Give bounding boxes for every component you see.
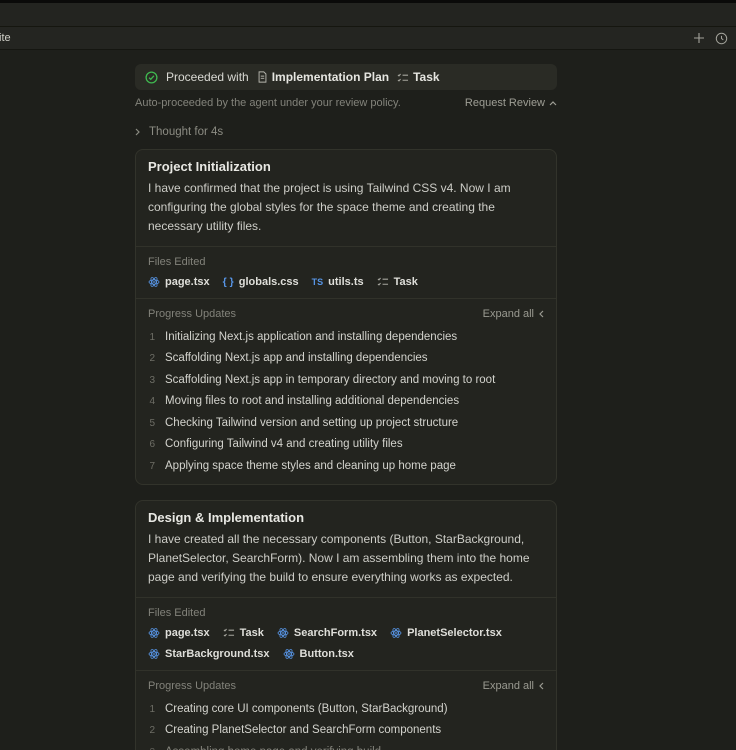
file-name: Button.tsx <box>299 647 354 660</box>
card-project-initialization: Project Initialization I have confirmed … <box>135 149 557 485</box>
update-text: Assembling home page and verifying build <box>165 746 381 750</box>
update-number: 5 <box>149 417 155 429</box>
update-text: Checking Tailwind version and setting up… <box>165 416 459 429</box>
file-chip[interactable]: SearchForm.tsx <box>277 627 377 639</box>
window-titlebar <box>0 0 736 27</box>
progress-update-row: 7 Applying space theme styles and cleanin… <box>148 460 544 472</box>
request-review-label: Request Review <box>464 97 545 109</box>
braces-icon: { } <box>222 275 234 288</box>
card-title: Project Initialization <box>148 159 271 174</box>
typescript-icon: TS <box>311 276 324 287</box>
progress-update-row: 5 Checking Tailwind version and setting u… <box>148 417 544 429</box>
file-chip[interactable]: page.tsx <box>148 627 210 639</box>
file-name: PlanetSelector.tsx <box>407 626 502 639</box>
implementation-plan-label: Implementation Plan <box>271 70 390 84</box>
progress-update-row: 3 Scaffolding Next.js app in temporary di… <box>148 374 544 386</box>
file-name: Task <box>239 626 264 639</box>
react-icon <box>148 276 160 288</box>
expand-all-button[interactable]: Expand all <box>483 308 544 320</box>
file-chip[interactable]: StarBackground.tsx <box>148 648 270 660</box>
thought-label: Thought for 4s <box>149 126 224 138</box>
card-body: I have created all the necessary compone… <box>148 531 530 584</box>
tab-title[interactable]: ite <box>0 32 11 44</box>
update-number: 2 <box>149 725 155 737</box>
banner-status-text: Proceeded with <box>166 70 249 84</box>
update-text: Configuring Tailwind v4 and creating uti… <box>165 438 403 451</box>
history-button[interactable] <box>715 32 728 45</box>
file-chip[interactable]: Task <box>377 276 418 288</box>
check-circle-icon <box>145 70 158 84</box>
update-text: Creating core UI components (Button, Sta… <box>165 702 448 715</box>
file-chip[interactable]: TS utils.ts <box>312 276 364 288</box>
card-design-implementation: Design & Implementation I have created a… <box>135 499 557 750</box>
progress-update-row: 1 Initializing Next.js application and in… <box>148 331 544 343</box>
update-number: 1 <box>149 703 155 715</box>
checklist-icon <box>377 276 389 287</box>
task-chip[interactable]: Task <box>397 70 440 84</box>
files-edited-label: Files Edited <box>148 255 206 268</box>
card-title: Design & Implementation <box>148 509 305 525</box>
react-icon <box>283 648 295 660</box>
update-text: Applying space theme styles and cleaning… <box>165 459 456 472</box>
file-name: SearchForm.tsx <box>293 626 378 639</box>
auto-proceed-policy-text: Auto-proceeded by the agent under your r… <box>135 97 401 109</box>
progress-update-row: 1 Creating core UI components (Button, St… <box>148 703 544 715</box>
update-number: 7 <box>149 460 155 472</box>
update-number: 4 <box>149 396 155 408</box>
update-number: 6 <box>149 439 155 451</box>
update-number: 1 <box>149 331 155 343</box>
file-chip[interactable]: PlanetSelector.tsx <box>390 627 502 639</box>
chevron-right-icon <box>135 128 140 136</box>
progress-updates-label: Progress Updates <box>148 679 237 692</box>
update-number: 3 <box>149 374 155 386</box>
checklist-icon <box>397 72 409 83</box>
proceeded-banner: Proceeded with Implementation Plan Task <box>135 64 557 90</box>
file-name: Task <box>393 275 418 288</box>
document-icon <box>257 71 268 83</box>
new-tab-button[interactable] <box>693 32 705 44</box>
chevron-left-icon <box>539 682 544 690</box>
progress-update-row-active: 3Assembling home page and verifying buil… <box>148 746 544 750</box>
update-text: Moving files to root and installing addi… <box>165 395 460 408</box>
file-chip[interactable]: { } globals.css <box>223 276 299 288</box>
file-name: page.tsx <box>165 275 210 288</box>
file-chip[interactable]: Task <box>223 627 264 639</box>
update-text: Initializing Next.js application and ins… <box>165 330 458 343</box>
react-icon <box>148 627 160 639</box>
thought-disclosure[interactable]: Thought for 4s <box>135 126 557 138</box>
file-name: StarBackground.tsx <box>165 647 270 660</box>
react-icon <box>390 627 402 639</box>
expand-all-label: Expand all <box>482 679 534 692</box>
files-edited-label: Files Edited <box>148 606 206 619</box>
progress-update-row: 4 Moving files to root and installing add… <box>148 395 544 407</box>
expand-all-label: Expand all <box>482 307 534 320</box>
checklist-icon <box>223 627 235 638</box>
update-number: 2 <box>149 353 155 365</box>
request-review-button[interactable]: Request Review <box>465 97 557 109</box>
agent-chat-pane: Proceeded with Implementation Plan Task <box>0 64 736 750</box>
card-body: I have confirmed that the project is usi… <box>148 181 511 233</box>
tab-bar: ite <box>0 27 736 50</box>
react-icon <box>148 648 160 660</box>
react-icon <box>277 627 289 639</box>
file-chip[interactable]: Button.tsx <box>283 648 354 660</box>
progress-update-row: 6 Configuring Tailwind v4 and creating ut… <box>148 438 544 450</box>
chevron-up-icon <box>549 100 557 106</box>
chevron-left-icon <box>539 310 544 318</box>
progress-update-row: 2 Scaffolding Next.js app and installing … <box>148 352 544 364</box>
update-text: Creating PlanetSelector and SearchForm c… <box>165 724 442 737</box>
history-icon <box>715 32 728 45</box>
file-name: globals.css <box>238 275 299 288</box>
task-chip-label: Task <box>413 70 440 84</box>
implementation-plan-chip[interactable]: Implementation Plan <box>257 70 389 84</box>
expand-all-button[interactable]: Expand all <box>483 680 544 692</box>
update-text: Scaffolding Next.js app in temporary dir… <box>165 373 496 386</box>
progress-updates-label: Progress Updates <box>148 307 237 320</box>
file-chip[interactable]: page.tsx <box>148 276 210 288</box>
file-name: page.tsx <box>165 626 210 639</box>
file-name: utils.ts <box>328 275 364 288</box>
plus-icon <box>693 32 705 44</box>
update-text: Scaffolding Next.js app and installing d… <box>165 352 428 365</box>
progress-update-row: 2 Creating PlanetSelector and SearchForm … <box>148 724 544 736</box>
